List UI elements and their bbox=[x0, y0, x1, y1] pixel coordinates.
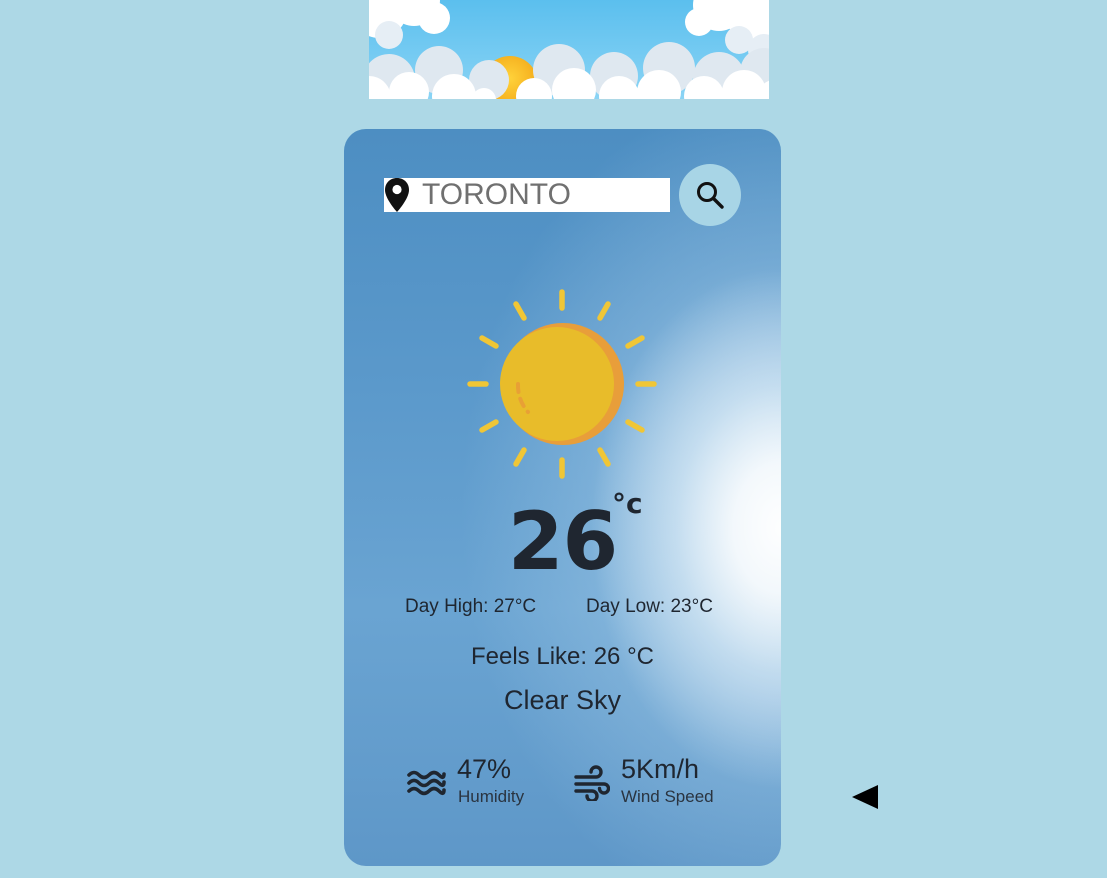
wind-icon bbox=[574, 765, 610, 801]
weather-card: 26 °c Day High: 27°C Day Low: 23°C Feels… bbox=[344, 129, 781, 866]
temperature-value: 26 bbox=[507, 495, 618, 588]
water-waves-icon bbox=[407, 770, 446, 796]
search-box bbox=[384, 178, 670, 212]
sun-icon bbox=[467, 289, 657, 479]
wind-speed-value: 5Km/h bbox=[621, 754, 700, 784]
humidity-value: 47% bbox=[457, 754, 512, 784]
wind-speed-label: Wind Speed bbox=[621, 787, 714, 806]
location-pin-icon bbox=[385, 178, 409, 212]
day-high: Day High: 27°C bbox=[405, 596, 537, 617]
city-search-input[interactable] bbox=[422, 178, 662, 212]
weather-description: Clear Sky bbox=[503, 685, 622, 715]
search-button[interactable] bbox=[679, 164, 741, 226]
day-low: Day Low: 23°C bbox=[586, 596, 713, 617]
cloud-sun-banner bbox=[369, 0, 769, 99]
left-triangle-icon bbox=[852, 785, 878, 809]
humidity-label: Humidity bbox=[458, 787, 525, 806]
weather-app-page: 26 °c Day High: 27°C Day Low: 23°C Feels… bbox=[0, 0, 1107, 878]
feels-like: Feels Like: 26 °C bbox=[470, 643, 654, 670]
back-button[interactable] bbox=[852, 784, 880, 810]
search-icon bbox=[697, 182, 724, 209]
temperature-unit: °c bbox=[612, 487, 643, 520]
